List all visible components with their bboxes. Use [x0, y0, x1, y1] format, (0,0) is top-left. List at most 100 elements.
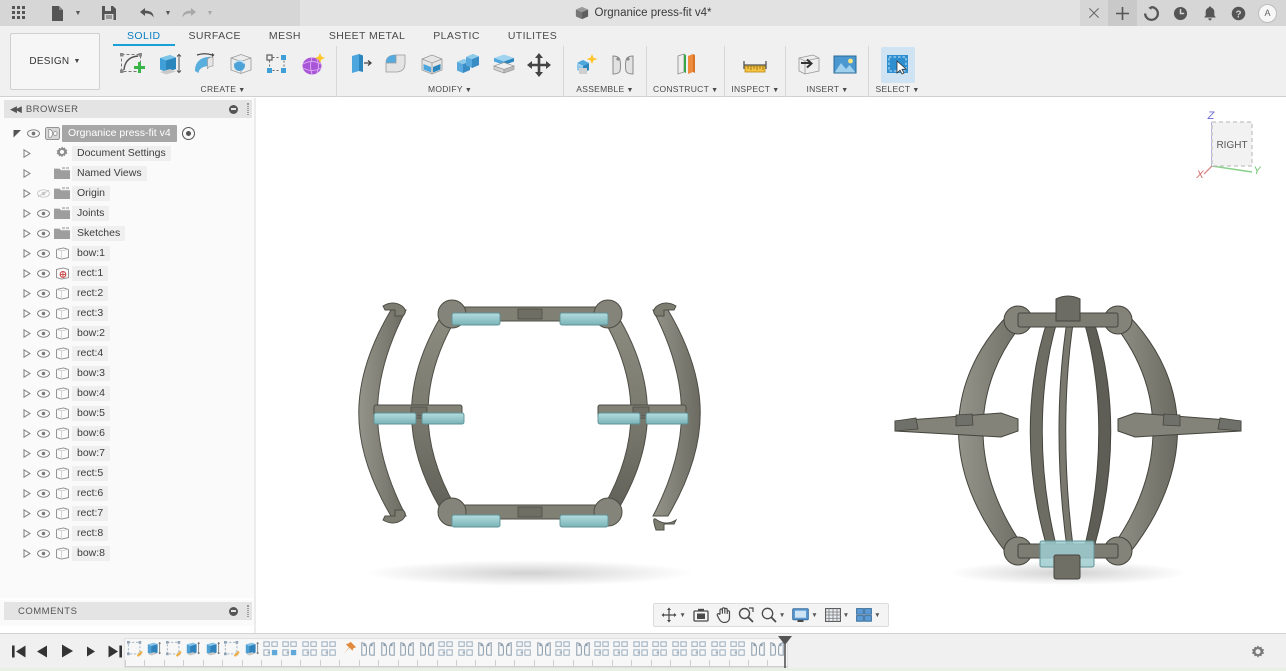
- expand-arrow-icon[interactable]: [20, 508, 34, 518]
- pattern-icon[interactable]: [260, 47, 294, 83]
- inspect-group-label[interactable]: INSPECT ▼: [731, 83, 779, 97]
- insert-group-label[interactable]: INSERT ▼: [806, 83, 848, 97]
- tree-row-rect-7[interactable]: rect:7: [0, 503, 256, 523]
- expand-arrow-icon[interactable]: [20, 268, 34, 278]
- timeline-feature-component-off[interactable]: [300, 639, 322, 667]
- visibility-eye-icon[interactable]: [34, 188, 52, 198]
- timeline-feature-component-off[interactable]: [553, 639, 575, 667]
- visibility-eye-icon[interactable]: [34, 308, 52, 318]
- modify-group-label[interactable]: MODIFY ▼: [428, 83, 472, 97]
- new-file-icon[interactable]: [44, 1, 70, 25]
- timeline-feature-joint[interactable]: [533, 639, 555, 667]
- insert-canvas-icon[interactable]: [828, 47, 862, 83]
- visibility-eye-icon[interactable]: [34, 488, 52, 498]
- viewports-icon[interactable]: ▼: [853, 605, 883, 625]
- new-component-icon[interactable]: [570, 47, 604, 83]
- tree-row-rect-3[interactable]: rect:3: [0, 303, 256, 323]
- timeline-feature-component-off[interactable]: [592, 639, 614, 667]
- collapse-left-icon[interactable]: ◀◀: [10, 104, 22, 115]
- orbit-icon[interactable]: ▼: [658, 605, 688, 625]
- pan-icon[interactable]: [713, 605, 734, 625]
- expand-arrow-icon[interactable]: [20, 428, 34, 438]
- timeline-feature-sketch[interactable]: [163, 639, 185, 667]
- tree-row-rect-8[interactable]: rect:8: [0, 523, 256, 543]
- app-grid-icon[interactable]: [6, 1, 32, 25]
- tree-row-sketches[interactable]: Sketches: [0, 223, 256, 243]
- insert-derive-icon[interactable]: [792, 47, 826, 83]
- joint-icon[interactable]: [606, 47, 640, 83]
- tab-solid[interactable]: SOLID: [113, 26, 175, 46]
- expand-arrow-icon[interactable]: [20, 328, 34, 338]
- tree-row-rect-4[interactable]: rect:4: [0, 343, 256, 363]
- tree-row-bow-5[interactable]: bow:5: [0, 403, 256, 423]
- visibility-eye-icon[interactable]: [34, 508, 52, 518]
- expand-arrow-icon[interactable]: [20, 408, 34, 418]
- model-render[interactable]: [256, 173, 1286, 633]
- redo-icon[interactable]: [176, 1, 202, 25]
- look-at-icon[interactable]: [690, 605, 712, 625]
- new-file-dropdown-caret[interactable]: ▼: [72, 1, 84, 25]
- tree-row-joints[interactable]: Joints: [0, 203, 256, 223]
- timeline-feature-component-off[interactable]: [514, 639, 536, 667]
- tree-row-bow-7[interactable]: bow:7: [0, 443, 256, 463]
- visibility-eye-icon[interactable]: [34, 348, 52, 358]
- zoom-icon[interactable]: ▼: [758, 605, 788, 625]
- press-pull-icon[interactable]: [343, 47, 377, 83]
- grid-snaps-icon[interactable]: ▼: [822, 605, 852, 625]
- timeline-play-button[interactable]: [56, 639, 78, 663]
- timeline-feature-joint[interactable]: [378, 639, 400, 667]
- tree-row-bow-8[interactable]: bow:8: [0, 543, 256, 563]
- expand-arrow-icon[interactable]: [20, 188, 34, 198]
- expand-arrow-icon[interactable]: [20, 348, 34, 358]
- select-window-icon[interactable]: [880, 47, 915, 83]
- timeline-feature-component-off[interactable]: [455, 639, 477, 667]
- tree-row-root[interactable]: Orgnanice press-fit v4: [0, 123, 256, 143]
- shell-icon[interactable]: [415, 47, 449, 83]
- measure-icon[interactable]: [738, 47, 772, 83]
- tree-row-rect-6[interactable]: rect:6: [0, 483, 256, 503]
- comments-minimize-icon[interactable]: [229, 606, 238, 616]
- browser-minimize-icon[interactable]: [229, 104, 238, 114]
- timeline-feature-extrude[interactable]: [183, 639, 205, 667]
- timeline-feature-component-off[interactable]: [689, 639, 711, 667]
- construct-group-label[interactable]: CONSTRUCT ▼: [653, 83, 718, 97]
- timeline-feature-component[interactable]: [280, 639, 302, 667]
- tree-row-bow-1[interactable]: bow:1: [0, 243, 256, 263]
- comments-resize-grip[interactable]: [247, 605, 249, 617]
- expand-arrow-icon[interactable]: [20, 448, 34, 458]
- activate-component-radio[interactable]: [181, 126, 195, 140]
- tree-row-named-views[interactable]: Named Views: [0, 163, 256, 183]
- new-tab-icon[interactable]: [1108, 0, 1137, 26]
- timeline-feature-sketch[interactable]: [125, 639, 146, 667]
- timeline-feature-component-off[interactable]: [319, 639, 341, 667]
- tree-row-bow-4[interactable]: bow:4: [0, 383, 256, 403]
- tree-row-document-settings[interactable]: Document Settings: [0, 143, 256, 163]
- expand-arrow-icon[interactable]: [20, 288, 34, 298]
- timeline-feature-sketch[interactable]: [222, 639, 244, 667]
- refresh-icon[interactable]: [1137, 0, 1166, 26]
- timeline-feature-component[interactable]: [261, 639, 283, 667]
- visibility-eye-icon[interactable]: [34, 368, 52, 378]
- display-settings-icon[interactable]: ▼: [789, 605, 820, 625]
- design-canvas[interactable]: RIGHT Z Y X ▼ ▼ ▼ ▼ ▼: [256, 98, 1286, 633]
- create-sketch-icon[interactable]: [116, 47, 150, 83]
- tab-sheet-metal[interactable]: SHEET METAL: [315, 26, 419, 46]
- expand-arrow-icon[interactable]: [20, 208, 34, 218]
- timeline-settings-gear-icon[interactable]: [1248, 642, 1268, 662]
- redo-dropdown-caret[interactable]: ▼: [204, 1, 216, 25]
- timeline-feature-joint[interactable]: [572, 639, 594, 667]
- design-workspace-button[interactable]: DESIGN ▼: [10, 33, 100, 90]
- visibility-eye-icon[interactable]: [34, 288, 52, 298]
- tree-row-bow-3[interactable]: bow:3: [0, 363, 256, 383]
- timeline-go-end-button[interactable]: [104, 639, 126, 663]
- expand-arrow-icon[interactable]: [20, 228, 34, 238]
- tree-row-rect-5[interactable]: rect:5: [0, 463, 256, 483]
- visibility-eye-icon[interactable]: [34, 548, 52, 558]
- visibility-eye-icon[interactable]: [34, 248, 52, 258]
- expand-arrow-icon[interactable]: [20, 368, 34, 378]
- visibility-eye-icon[interactable]: [34, 528, 52, 538]
- timeline-feature-joint[interactable]: [417, 639, 439, 667]
- expand-arrow-icon[interactable]: [20, 308, 34, 318]
- revolve-icon[interactable]: [188, 47, 222, 83]
- close-tab-icon[interactable]: [1079, 0, 1108, 26]
